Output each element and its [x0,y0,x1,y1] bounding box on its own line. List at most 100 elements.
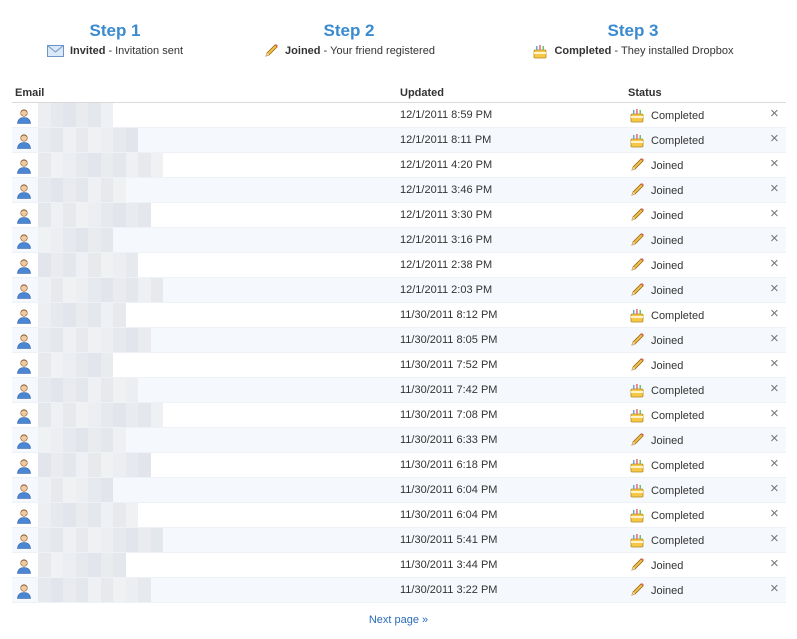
email-redacted [38,403,163,427]
status-label: Joined [651,560,684,572]
updated-date: 11/30/2011 6:04 PM [400,484,498,496]
invites-table: 12/1/2011 8:59 PM Completed × 12/1/2011 8:1… [12,103,786,603]
pencil-icon [629,557,645,573]
user-icon [16,508,32,524]
remove-icon[interactable]: × [770,306,779,322]
pencil-icon [629,182,645,198]
updated-date: 11/30/2011 7:42 PM [400,384,498,396]
user-icon [16,258,32,274]
updated-date: 11/30/2011 8:12 PM [400,309,498,321]
remove-icon[interactable]: × [770,381,779,397]
step-title: Step 1 [89,21,141,40]
status-label: Joined [651,210,684,222]
table-row: 11/30/2011 6:04 PM Completed × [12,503,786,528]
updated-date: 12/1/2011 2:38 PM [400,259,493,271]
status-label: Joined [651,435,684,447]
step-3: Step 3 Completed - They installed Dropbo… [528,20,738,59]
table-row: 12/1/2011 4:20 PM Joined × [12,153,786,178]
remove-icon[interactable]: × [770,331,779,347]
email-redacted [38,153,163,177]
step-label: Completed [554,45,612,57]
cake-icon [629,407,645,423]
next-page-link[interactable]: Next page » [369,614,428,626]
status-label: Joined [651,160,684,172]
updated-date: 11/30/2011 7:52 PM [400,359,498,371]
user-icon [16,208,32,224]
user-icon [16,308,32,324]
table-row: 12/1/2011 3:16 PM Joined × [12,228,786,253]
user-icon [16,233,32,249]
table-row: 11/30/2011 8:12 PM Completed × [12,303,786,328]
remove-icon[interactable]: × [770,231,779,247]
column-header-status: Status [628,87,662,99]
status-label: Completed [651,135,705,147]
remove-icon[interactable]: × [770,581,779,597]
cake-icon [629,307,645,323]
updated-date: 11/30/2011 7:08 PM [400,409,498,421]
pencil-icon [263,43,279,59]
remove-icon[interactable]: × [770,506,779,522]
status-label: Joined [651,335,684,347]
pencil-icon [629,582,645,598]
remove-icon[interactable]: × [770,256,779,272]
steps-header: Step 1 Invited - Invitation sent Step 2 … [0,0,797,70]
pencil-icon [629,232,645,248]
remove-icon[interactable]: × [770,531,779,547]
updated-date: 11/30/2011 5:41 PM [400,534,498,546]
table-row: 12/1/2011 3:30 PM Joined × [12,203,786,228]
status-label: Joined [651,235,684,247]
email-redacted [38,503,138,527]
updated-date: 11/30/2011 6:04 PM [400,509,498,521]
remove-icon[interactable]: × [770,481,779,497]
table-row: 11/30/2011 6:04 PM Completed × [12,478,786,503]
table-row: 12/1/2011 2:38 PM Joined × [12,253,786,278]
remove-icon[interactable]: × [770,206,779,222]
step-description: Invitation sent [115,45,183,57]
column-header-email: Email [15,87,45,99]
step-title: Step 3 [607,21,659,40]
user-icon [16,433,32,449]
status-label: Joined [651,285,684,297]
user-icon [16,333,32,349]
table-row: 11/30/2011 7:52 PM Joined × [12,353,786,378]
table-row: 12/1/2011 2:03 PM Joined × [12,278,786,303]
updated-date: 11/30/2011 3:44 PM [400,559,498,571]
remove-icon[interactable]: × [770,281,779,297]
email-redacted [38,578,151,602]
status-label: Completed [651,385,705,397]
email-redacted [38,228,113,252]
status-label: Completed [651,310,705,322]
user-icon [16,408,32,424]
email-redacted [38,453,151,477]
table-row: 11/30/2011 5:41 PM Completed × [12,528,786,553]
step-label: Invited [70,45,106,57]
remove-icon[interactable]: × [770,456,779,472]
remove-icon[interactable]: × [770,106,779,122]
remove-icon[interactable]: × [770,131,779,147]
user-icon [16,533,32,549]
remove-icon[interactable]: × [770,156,779,172]
updated-date: 12/1/2011 4:20 PM [400,159,493,171]
email-redacted [38,353,113,377]
column-header-updated: Updated [400,87,444,99]
updated-date: 12/1/2011 8:11 PM [400,134,492,146]
user-icon [16,283,32,299]
user-icon [16,583,32,599]
remove-icon[interactable]: × [770,406,779,422]
email-redacted [38,303,126,327]
remove-icon[interactable]: × [770,431,779,447]
table-row: 12/1/2011 8:59 PM Completed × [12,103,786,128]
remove-icon[interactable]: × [770,181,779,197]
updated-date: 12/1/2011 3:30 PM [400,209,493,221]
table-row: 12/1/2011 8:11 PM Completed × [12,128,786,153]
pencil-icon [629,257,645,273]
updated-date: 12/1/2011 3:46 PM [400,184,493,196]
cake-icon [629,132,645,148]
pencil-icon [629,357,645,373]
status-label: Completed [651,110,705,122]
email-redacted [38,428,126,452]
updated-date: 12/1/2011 3:16 PM [400,234,493,246]
table-row: 11/30/2011 7:08 PM Completed × [12,403,786,428]
remove-icon[interactable]: × [770,356,779,372]
remove-icon[interactable]: × [770,556,779,572]
